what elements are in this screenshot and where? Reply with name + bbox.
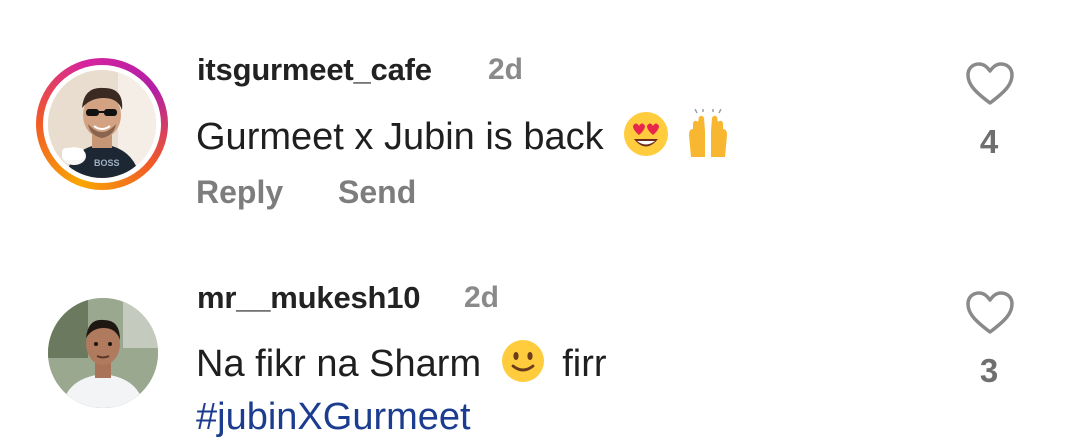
comment-time: 2d <box>488 53 524 86</box>
avatar[interactable] <box>48 298 158 408</box>
like-count: 4 <box>979 123 999 160</box>
avatar-photo-icon: BOSS <box>48 70 156 178</box>
like-heart-icon[interactable] <box>965 61 1015 107</box>
comment-text-after: firr <box>562 343 607 386</box>
comment-text: Gurmeet x Jubin is back <box>196 108 733 169</box>
comment-item: mr__mukesh10 2d Na fikr na Sharm firr #j… <box>0 270 1080 443</box>
like-heart-icon[interactable] <box>965 290 1015 336</box>
avatar-story-ring[interactable]: BOSS <box>36 58 168 190</box>
comment-text-before: Na fikr na Sharm <box>196 343 482 386</box>
svg-text:BOSS: BOSS <box>94 158 120 168</box>
comment-username[interactable]: mr__mukesh10 <box>197 280 421 316</box>
heart-eyes-emoji-icon <box>622 110 670 168</box>
reply-button[interactable]: Reply <box>196 174 283 210</box>
comment-time: 2d <box>464 281 500 314</box>
comment-actions: Reply Send <box>196 174 416 211</box>
comment-text: Na fikr na Sharm firr <box>196 338 607 394</box>
comment-text-content: Gurmeet x Jubin is back <box>196 116 604 159</box>
avatar-ring-gap: BOSS <box>43 65 161 183</box>
comment-username[interactable]: itsgurmeet_cafe <box>197 52 432 88</box>
slightly-smiling-emoji-icon <box>500 338 546 394</box>
like-count: 3 <box>979 352 999 389</box>
send-button[interactable]: Send <box>338 174 416 210</box>
comment-item: BOSS itsgurmeet_cafe 2d Gurmeet x Jubin … <box>0 0 1080 230</box>
raising-hands-emoji-icon <box>683 108 733 169</box>
avatar-photo-icon <box>48 298 158 408</box>
avatar: BOSS <box>48 70 156 178</box>
hashtag-link[interactable]: #jubinXGurmeet <box>196 396 471 439</box>
